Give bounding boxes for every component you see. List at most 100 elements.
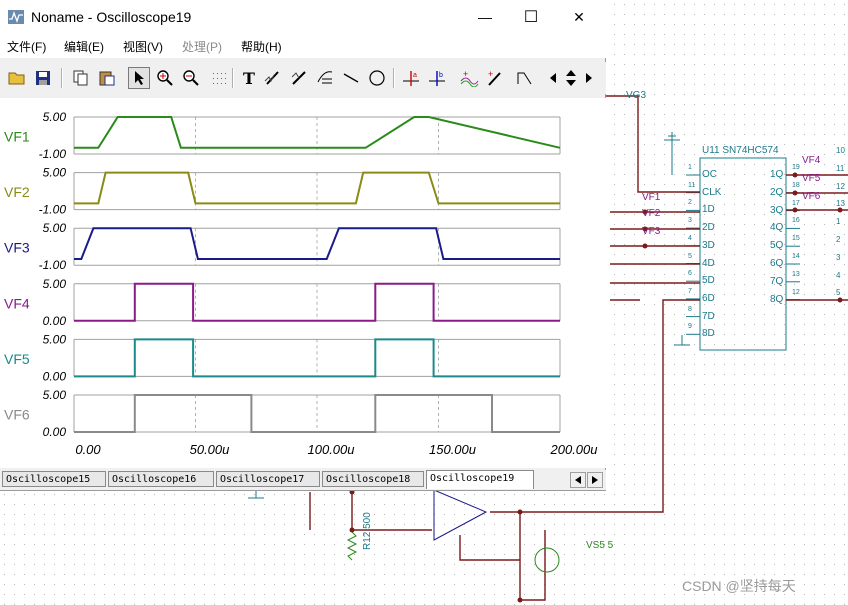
y-tick-bottom-label: -1.00 — [39, 258, 67, 272]
open-button[interactable] — [6, 67, 28, 89]
scroll-left-button[interactable] — [546, 67, 560, 89]
far-right-pin-number: 2 — [836, 235, 841, 244]
y-tick-bottom-label: -1.00 — [39, 203, 67, 217]
channel-panel[interactable]: VF3 5.00 -1.00 — [4, 221, 561, 272]
x-tick-label: 100.00u — [308, 442, 355, 457]
net-label-vg3: VG3 — [626, 90, 647, 101]
floppy-disk-icon — [36, 71, 50, 85]
add-trace-button[interactable]: + — [458, 67, 480, 89]
cursor-b-button[interactable]: b — [426, 67, 448, 89]
resistor-label: R12 500 — [362, 512, 373, 550]
tab-oscilloscope18[interactable]: Oscilloscope18 — [322, 471, 424, 487]
scroll-right-button[interactable] — [582, 67, 596, 89]
y-tick-top-label: 5.00 — [43, 110, 67, 124]
chip-pin-name-label: 5Q — [770, 240, 784, 252]
chip-pin-number-label: 12 — [792, 288, 800, 296]
zoom-out-button[interactable] — [180, 67, 202, 89]
paste-button[interactable] — [96, 67, 118, 89]
x-tick-label: 50.00u — [190, 442, 230, 457]
chip-pin-name-label: 8D — [702, 328, 715, 340]
add-trace-icon: + — [460, 69, 479, 87]
dotted-grid-icon — [213, 73, 226, 84]
chip-pin-number-label: 4 — [688, 234, 692, 242]
zoom-in-icon — [157, 70, 173, 86]
menu-file[interactable]: 文件(F) — [7, 38, 46, 55]
chip-pin-number-label: 6 — [688, 270, 692, 278]
menu-help[interactable]: 帮助(H) — [241, 38, 282, 55]
line-tool-button[interactable] — [340, 67, 362, 89]
tab-oscilloscope16[interactable]: Oscilloscope16 — [108, 471, 214, 487]
chip-pin-name-label: 6D — [702, 292, 715, 304]
probe-tool-button[interactable] — [262, 67, 284, 89]
y-tick-bottom-label: -1.00 — [39, 147, 67, 161]
y-tick-bottom-label: 0.00 — [43, 425, 67, 439]
text-tool-button[interactable]: T — [238, 67, 260, 89]
circle-tool-button[interactable] — [366, 67, 388, 89]
tab-scroll-left-button[interactable] — [570, 472, 586, 488]
watermark: CSDN @坚持每天 — [682, 578, 796, 594]
minimize-button[interactable]: — — [462, 0, 508, 34]
marker-button[interactable]: + — [484, 67, 506, 89]
chip-pin-number-label: 7 — [688, 287, 692, 295]
probe2-tool-button[interactable] — [288, 67, 310, 89]
source-label: VS5 5 — [586, 540, 614, 551]
y-tick-top-label: 5.00 — [43, 388, 67, 402]
net-label-vf2: VF2 — [642, 208, 661, 219]
folder-open-icon — [8, 72, 25, 85]
menu-bar: 文件(F) 编辑(E) 视图(V) 处理(P) 帮助(H) — [0, 34, 606, 58]
step-tool-button[interactable] — [514, 67, 536, 89]
copy-button[interactable] — [70, 67, 92, 89]
oscilloscope-plot-area[interactable]: VF1 5.00 -1.00 VF2 5.00 -1.00 VF3 5.00 -1.00 VF4 5… — [0, 98, 606, 468]
channel-panel[interactable]: VF2 5.00 -1.00 — [4, 166, 561, 217]
cursor-a-button[interactable]: a — [400, 67, 422, 89]
close-button[interactable]: ✕ — [556, 0, 602, 34]
chip-pin-name-label: 6Q — [770, 258, 784, 269]
channel-panel[interactable]: VF6 5.00 0.00 — [4, 388, 561, 439]
triangle-left-icon — [550, 73, 556, 83]
chip-pin-name-label: 4D — [702, 257, 715, 269]
chip-pin-number-label: 11 — [688, 181, 696, 189]
zoom-updown-button[interactable] — [562, 67, 580, 89]
chip-pin-name-label: OC — [702, 169, 717, 180]
chip-pin-name-label: 2Q — [770, 186, 784, 198]
waveform-tool-button[interactable] — [314, 67, 336, 89]
chip-pin-number-label: 16 — [792, 217, 800, 225]
tab-scroll-right-button[interactable] — [587, 472, 603, 488]
select-tool-button[interactable] — [128, 67, 150, 89]
zoom-in-button[interactable] — [154, 67, 176, 89]
grid-button[interactable] — [208, 67, 230, 89]
maximize-button[interactable]: ☐ — [508, 0, 554, 34]
tab-oscilloscope17[interactable]: Oscilloscope17 — [216, 471, 320, 487]
menu-edit[interactable]: 编辑(E) — [64, 38, 104, 55]
oscilloscope-window[interactable]: Noname - Oscilloscope19 — ☐ ✕ 文件(F) 编辑(E… — [0, 0, 606, 491]
toolbar-separator — [61, 68, 63, 88]
channel-name-label: VF5 — [4, 351, 30, 367]
far-right-pin-number: 12 — [836, 181, 845, 191]
channel-name-label: VF4 — [4, 295, 30, 311]
channel-panel[interactable]: VF5 5.00 0.00 — [4, 332, 561, 383]
chip-pin-number-label: 8 — [688, 305, 692, 313]
channel-panel[interactable]: VF4 5.00 0.00 — [4, 277, 561, 328]
channel-panel[interactable]: VF1 5.00 -1.00 — [4, 110, 561, 161]
net-label-vf3: VF3 — [642, 226, 661, 237]
menu-process[interactable]: 处理(P) — [182, 38, 222, 55]
chip-pin-number-label: 3 — [688, 217, 692, 225]
waveform-chart[interactable]: VF1 5.00 -1.00 VF2 5.00 -1.00 VF3 5.00 -1.00 VF4 5… — [0, 98, 606, 468]
toolbar-separator — [232, 68, 234, 88]
channel-name-label: VF2 — [4, 184, 30, 200]
chip-pin-number-label: 13 — [792, 270, 800, 278]
toolbar: T a b + + — [0, 62, 606, 94]
svg-text:+: + — [463, 69, 468, 79]
y-tick-top-label: 5.00 — [43, 332, 67, 346]
title-bar[interactable]: Noname - Oscilloscope19 — ☐ ✕ — [0, 0, 606, 34]
chip-pin-name-label: 7Q — [770, 275, 784, 287]
menu-view[interactable]: 视图(V) — [123, 38, 163, 55]
save-button[interactable] — [32, 67, 54, 89]
chip-pin-number-label: 18 — [792, 181, 800, 189]
far-right-pin-number: 10 — [836, 146, 845, 155]
chip-pin-name-label: 7D — [702, 310, 715, 322]
tab-oscilloscope15[interactable]: Oscilloscope15 — [2, 471, 106, 487]
chip-pin-number-label: 19 — [792, 164, 800, 171]
y-tick-top-label: 5.00 — [43, 221, 67, 235]
tab-oscilloscope19[interactable]: Oscilloscope19 — [426, 470, 534, 489]
